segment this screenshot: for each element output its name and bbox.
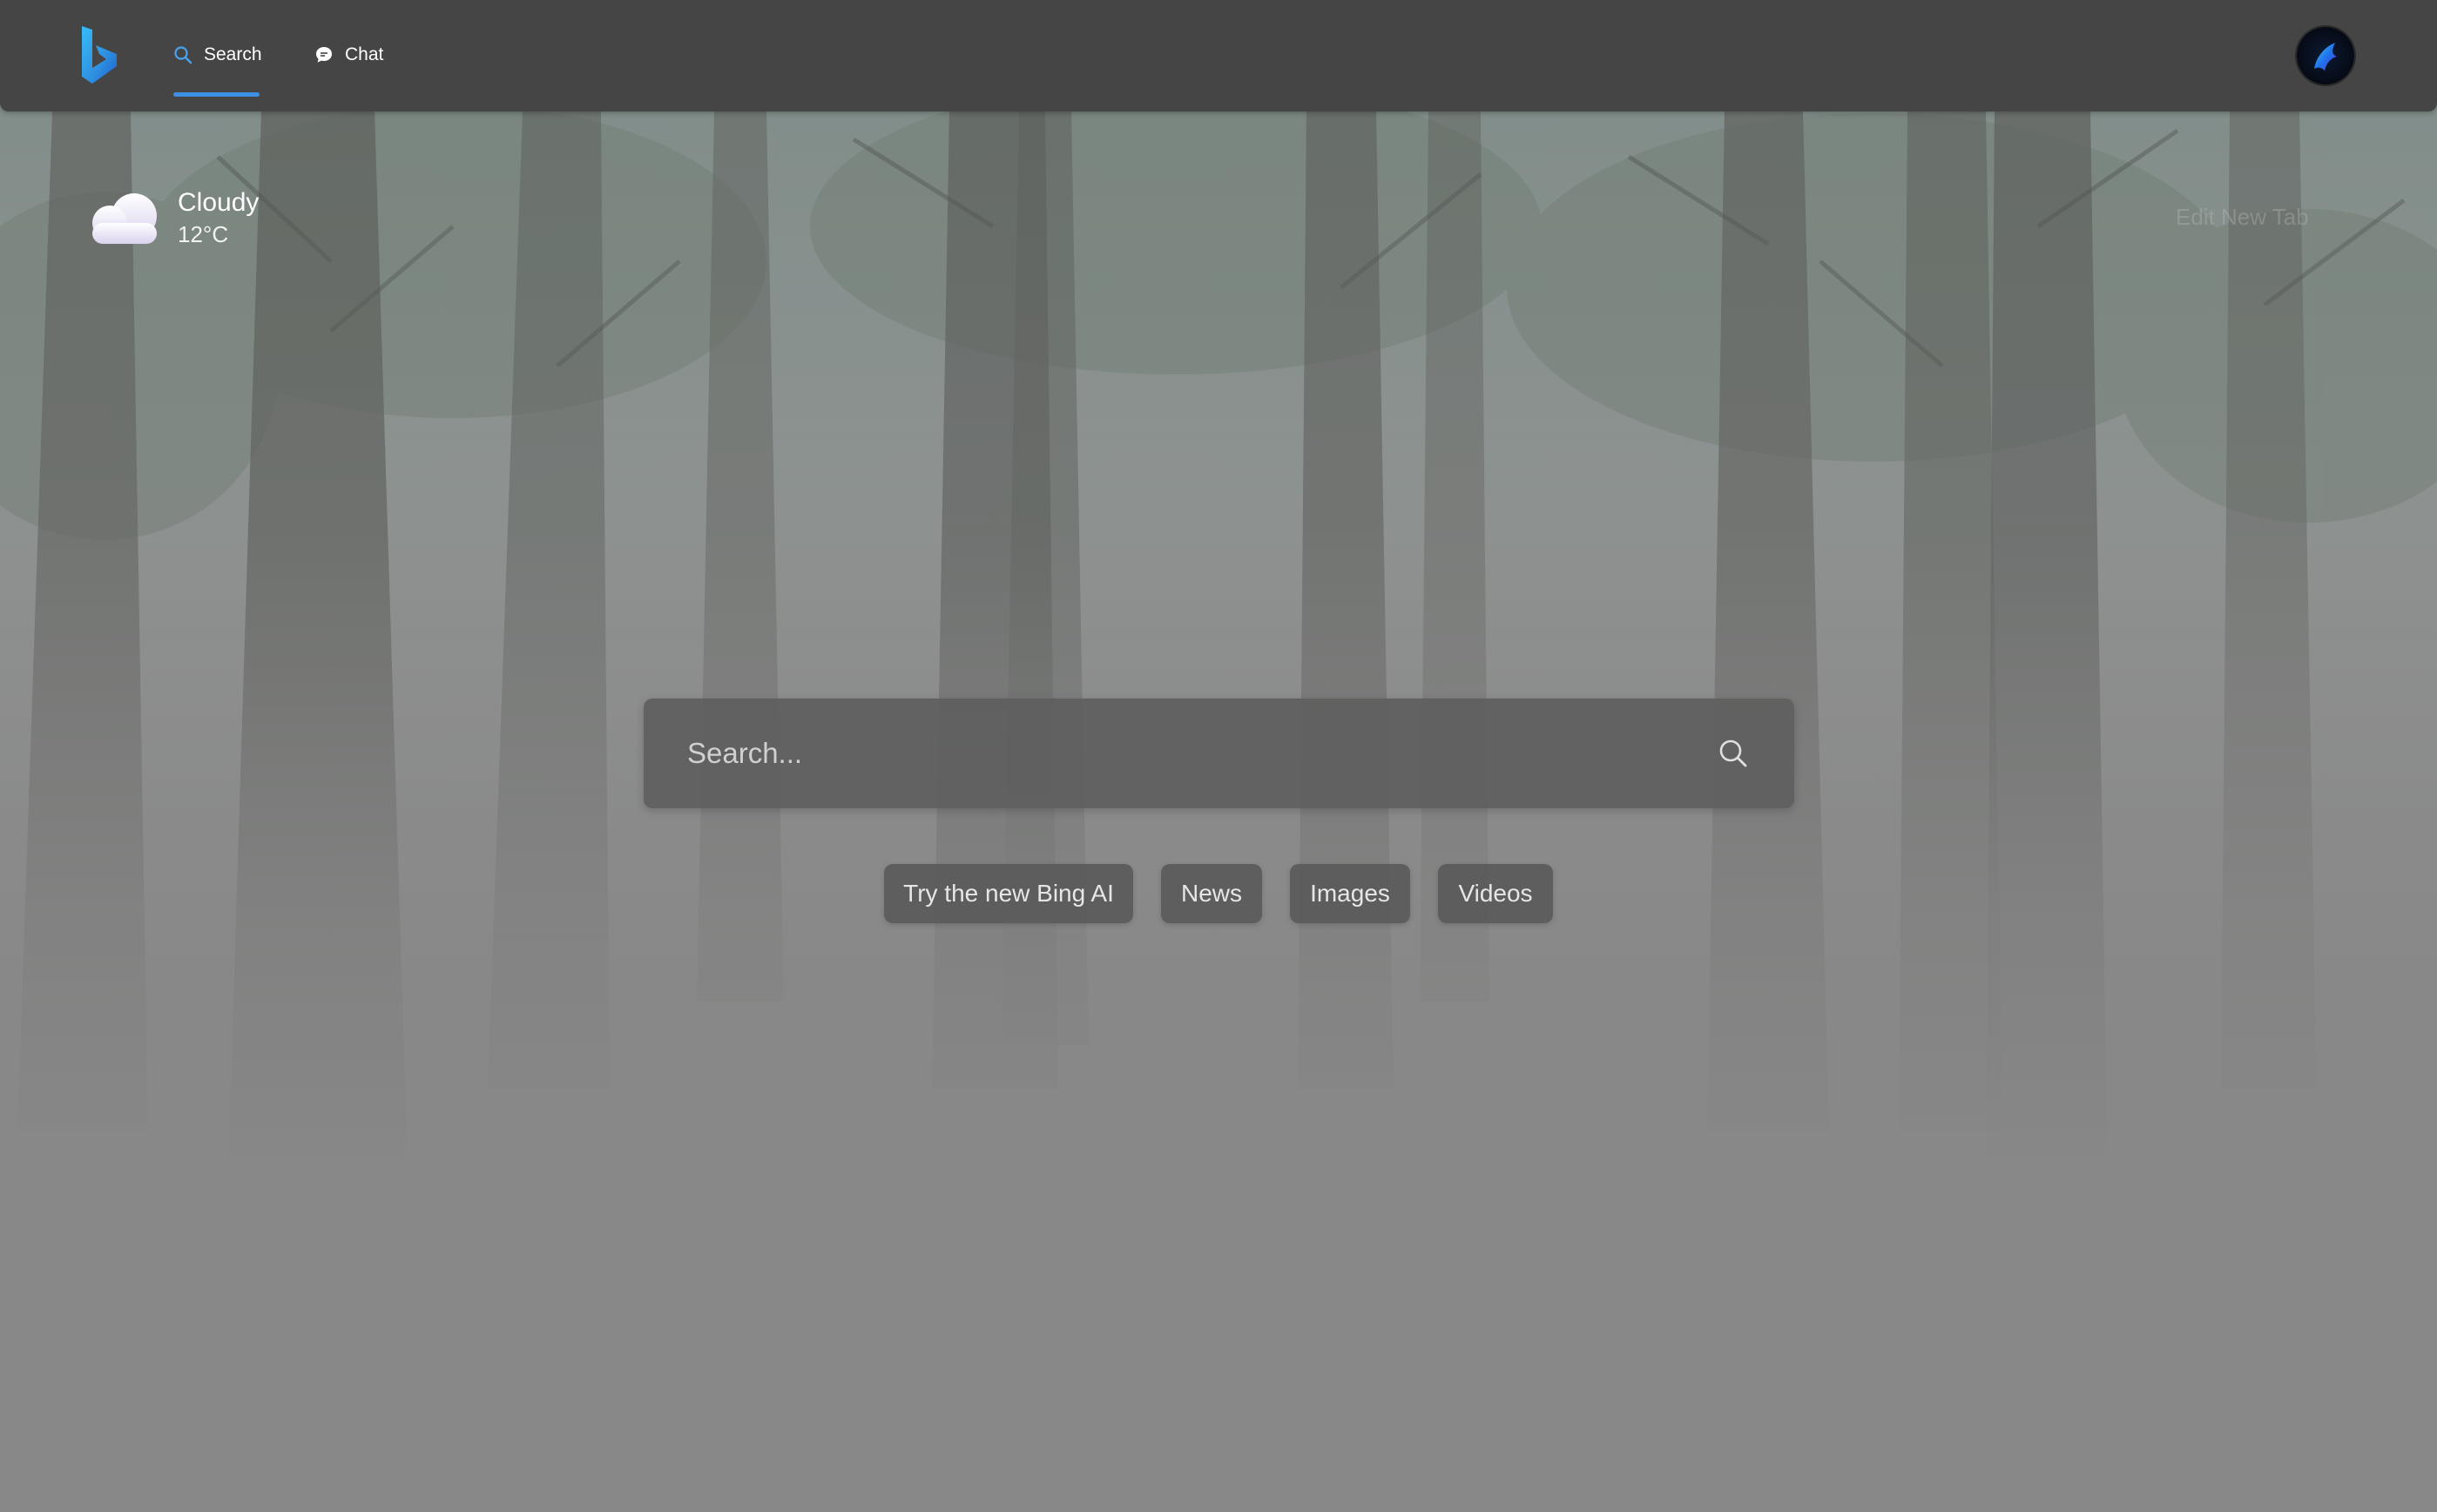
quick-links: Try the new Bing AI News Images Videos — [0, 864, 2437, 923]
quick-link-bing-ai[interactable]: Try the new Bing AI — [884, 864, 1133, 923]
quick-link-videos[interactable]: Videos — [1438, 864, 1553, 923]
tab-search[interactable]: Search — [172, 35, 262, 75]
quick-link-images[interactable]: Images — [1290, 864, 1410, 923]
weather-widget[interactable]: Cloudy 12°C — [82, 186, 291, 256]
copilot-avatar[interactable] — [2297, 27, 2354, 84]
search-input[interactable] — [685, 725, 1647, 782]
quick-link-news[interactable]: News — [1161, 864, 1262, 923]
copilot-logo-icon — [2314, 43, 2337, 71]
weather-condition: Cloudy — [178, 188, 260, 217]
tab-chat[interactable]: Chat — [314, 35, 383, 75]
active-tab-indicator — [173, 92, 260, 97]
tab-chat-label: Chat — [345, 44, 384, 64]
weather-temperature: 12°C — [178, 221, 229, 247]
bing-logo[interactable] — [80, 24, 120, 85]
search-icon — [174, 46, 192, 64]
chat-bubble-icon — [316, 47, 332, 63]
edit-new-tab-link[interactable]: Edit New Tab — [2176, 204, 2309, 231]
top-nav-bar: Search Chat — [0, 0, 2437, 111]
cloud-icon — [92, 193, 157, 244]
tab-search-label: Search — [204, 44, 262, 64]
search-box — [644, 699, 1794, 808]
search-submit-icon[interactable] — [1713, 733, 1753, 773]
